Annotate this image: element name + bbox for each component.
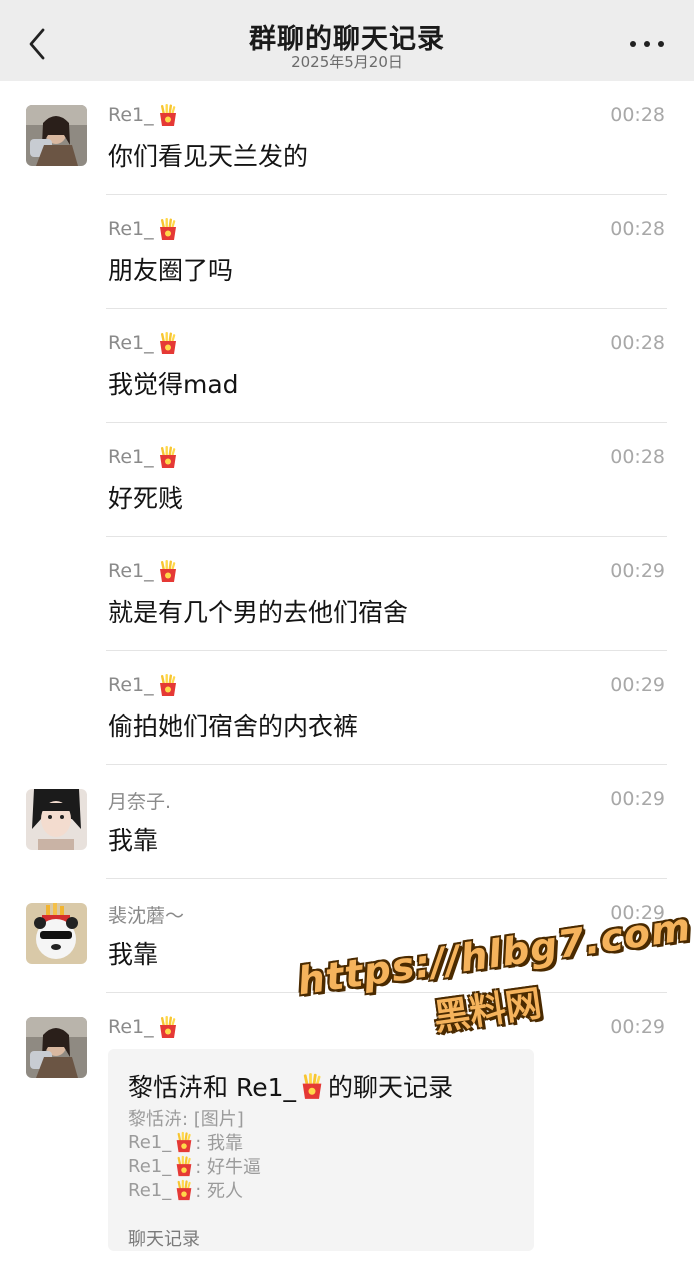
card-title: 黎恬泋和 Re1_ 的聊天记录 [128,1068,453,1104]
sender-name: Re1_ [108,559,180,583]
sender-name: Re1_ [108,445,180,469]
card-line-prefix: Re1_ [128,1131,172,1153]
message-time: 00:28 [610,104,665,126]
card-preview-line: 黎恬泋: [图片] [128,1105,244,1131]
sender-name-text: Re1_ [108,104,154,126]
card-line-suffix: : 我靠 [195,1133,244,1154]
page-date: 2025年5月20日 [291,53,403,71]
chat-history-header: 群聊的聊天记录 2025年5月20日 [0,0,694,81]
sender-name: 裴沈蘑～ [108,901,184,928]
sender-name-text: Re1_ [108,674,154,696]
fries-icon [156,103,180,127]
sender-name-text: 裴沈蘑～ [108,905,185,927]
message-row[interactable]: Re1_ 00:28 你们看见天兰发的 [0,81,694,195]
anime-girl-avatar[interactable] [26,789,87,850]
fries-icon [173,1155,195,1177]
card-preview-line: Re1_ : 我靠 [128,1129,243,1155]
card-line-suffix: : 好牛逼 [195,1157,262,1178]
message-text: 好死贱 [108,484,184,513]
watermark-label: 黑料网 [431,983,545,1039]
message-row[interactable]: Re1_ 00:29 就是有几个男的去他们宿舍 [0,537,694,651]
card-line-prefix: 黎恬泋: [图片] [128,1109,244,1130]
message-time: 00:28 [610,446,665,468]
sender-name-text: 月奈子. [108,791,172,813]
message-text: 偷拍她们宿舍的内衣裤 [108,712,359,741]
message-text: 朋友圈了吗 [108,256,234,285]
card-preview-line: Re1_ : 好牛逼 [128,1153,261,1179]
sender-name: Re1_ [108,1015,180,1039]
sender-name-text: Re1_ [108,332,154,354]
message-row[interactable]: Re1_ 00:28 朋友圈了吗 [0,195,694,309]
sender-name-text: Re1_ [108,560,154,582]
message-row[interactable]: Re1_ 00:28 好死贱 [0,423,694,537]
panda-avatar[interactable] [26,903,87,964]
card-title-prefix: 黎恬泋和 Re1_ [128,1073,296,1102]
forwarded-chat-card[interactable]: 黎恬泋和 Re1_ 的聊天记录 黎恬泋: [图片] Re1_: 我靠 Re1_: 好… [108,1049,534,1251]
message-text: 我靠 [108,940,159,969]
card-line-prefix: Re1_ [128,1179,172,1201]
sender-name: Re1_ [108,331,180,355]
card-title-suffix: 的聊天记录 [327,1073,453,1102]
message-text: 我靠 [108,826,159,855]
fries-icon [156,559,180,583]
message-text: 就是有几个男的去他们宿舍 [108,598,409,627]
message-row[interactable]: Re1_ 00:28 我觉得mad [0,309,694,423]
sender-name: Re1_ [108,103,180,127]
fries-icon [156,673,180,697]
message-row[interactable]: Re1_ 00:29 偷拍她们宿舍的内衣裤 [0,651,694,765]
sender-name: Re1_ [108,673,180,697]
message-time: 00:29 [610,674,665,696]
fries-icon [298,1072,326,1100]
fries-icon [173,1179,195,1201]
card-line-suffix: : 死人 [195,1181,244,1202]
message-time: 00:28 [610,332,665,354]
sender-name-text: Re1_ [108,218,154,240]
message-text: 你们看见天兰发的 [108,142,309,171]
card-line-prefix: Re1_ [128,1155,172,1177]
sender-name-text: Re1_ [108,446,154,468]
more-dots-icon[interactable] [630,40,664,48]
fries-icon [173,1131,195,1153]
message-time: 00:28 [610,218,665,240]
sender-name: Re1_ [108,217,180,241]
fries-icon [156,217,180,241]
message-time: 00:29 [610,560,665,582]
message-text: 我觉得mad [108,370,239,399]
message-time: 00:29 [610,788,665,810]
girl-photo-avatar[interactable] [26,1017,87,1078]
sender-name: 月奈子. [108,787,171,814]
card-preview-line: Re1_ : 死人 [128,1177,243,1203]
fries-icon [156,445,180,469]
message-row[interactable]: 月奈子. 00:29 我靠 [0,765,694,879]
sender-name-text: Re1_ [108,1016,154,1038]
card-footer-label: 聊天记录 [128,1229,200,1250]
fries-icon [156,331,180,355]
fries-icon [156,1015,180,1039]
girl-photo-avatar[interactable] [26,105,87,166]
